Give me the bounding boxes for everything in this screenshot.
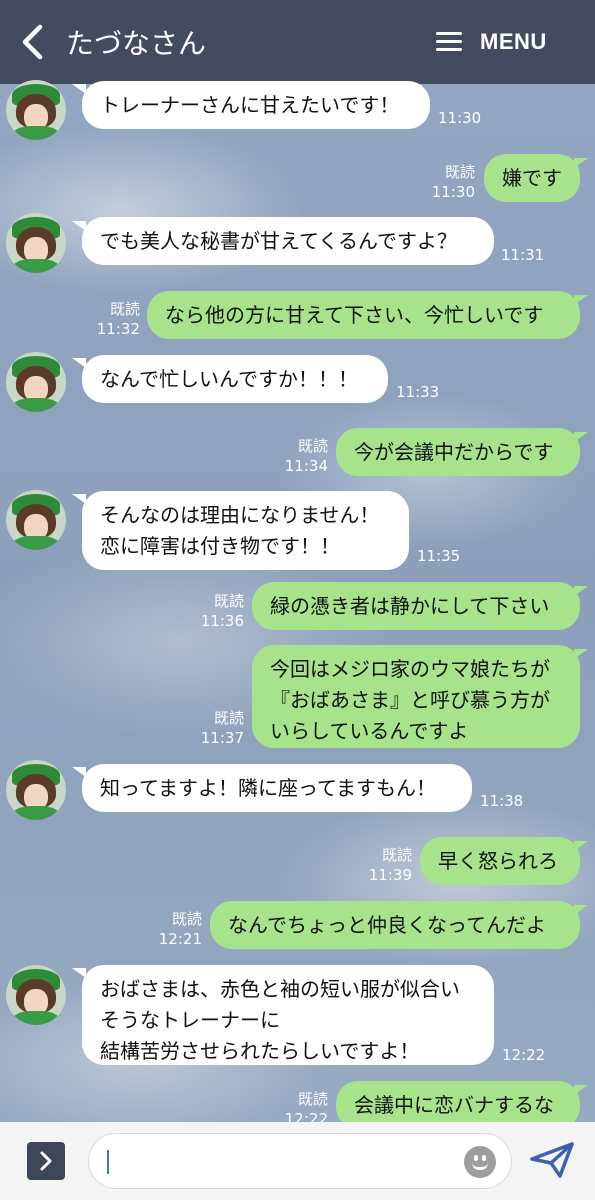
chevron-right-icon: [40, 1151, 52, 1171]
message-bubble-received: でも美人な秘書が甘えてくるんですよ？: [82, 217, 494, 265]
menu-button[interactable]: MENU: [436, 24, 547, 60]
read-receipt: 既読: [109, 300, 140, 318]
message-bubble-sent: なんでちょっと仲良くなってんだよ: [210, 901, 580, 949]
avatar[interactable]: [6, 965, 66, 1025]
read-receipt: 既読: [171, 910, 202, 928]
chat-title: たづなさん: [66, 27, 207, 60]
message-bubble-received: なんで忙しいんですか！！！: [82, 355, 388, 403]
message-time: 11:37: [200, 729, 244, 747]
read-receipt: 既読: [213, 709, 244, 727]
message-bubble-sent: 早く怒られろ: [420, 837, 580, 885]
composer-bar: [0, 1122, 595, 1200]
send-icon[interactable]: [528, 1140, 576, 1180]
message-bubble-sent: 嫌です: [484, 154, 580, 202]
message-bubble-sent: なら他の方に甘えて下さい、今忙しいです: [147, 291, 580, 339]
message-bubble-sent: 今回はメジロ家のウマ娘たちが 『おばあさま』と呼び慕う方が いらしているんですよ: [252, 645, 580, 748]
message-time: 12:22: [502, 1046, 546, 1064]
message-time: 11:30: [438, 109, 482, 127]
message-bubble-sent: 緑の憑き者は静かにして下さい: [252, 582, 580, 630]
avatar[interactable]: [6, 490, 66, 550]
emoji-icon[interactable]: [464, 1146, 496, 1178]
message-bubble-received: トレーナーさんに甘えたいです！: [82, 81, 430, 129]
read-receipt: 既読: [381, 846, 412, 864]
read-receipt: 既読: [444, 163, 475, 181]
message-time: 12:21: [158, 930, 202, 948]
message-bubble-received: おばさまは、赤色と袖の短い服が似合い そうなトレーナーに 結構苦労させられたらし…: [82, 965, 494, 1065]
avatar[interactable]: [6, 760, 66, 820]
message-time: 11:36: [200, 612, 244, 630]
message-input[interactable]: [88, 1133, 512, 1189]
chat-header: たづなさん MENU: [0, 0, 595, 84]
avatar[interactable]: [6, 213, 66, 273]
message-time: 11:30: [431, 183, 475, 201]
read-receipt: 既読: [213, 592, 244, 610]
message-bubble-sent: 今が会議中だからです: [336, 428, 580, 476]
hamburger-icon: [436, 32, 462, 52]
expand-button[interactable]: [27, 1142, 65, 1180]
read-receipt: 既読: [297, 1090, 328, 1108]
message-time: 11:32: [96, 320, 140, 338]
text-cursor: [107, 1150, 109, 1174]
message-time: 11:31: [501, 246, 545, 264]
message-time: 11:39: [368, 866, 412, 884]
message-time: 11:34: [284, 457, 328, 475]
message-time: 11:33: [396, 383, 440, 401]
message-bubble-received: 知ってますよ！隣に座ってますもん！: [82, 764, 472, 812]
message-time: 11:35: [417, 547, 461, 565]
avatar[interactable]: [6, 80, 66, 140]
message-time: 11:38: [480, 792, 524, 810]
avatar[interactable]: [6, 352, 66, 412]
read-receipt: 既読: [297, 437, 328, 455]
back-arrow-icon[interactable]: [20, 24, 46, 60]
message-bubble-received: そんなのは理由になりません！ 恋に障害は付き物です！！: [82, 491, 409, 570]
menu-label: MENU: [480, 29, 547, 54]
